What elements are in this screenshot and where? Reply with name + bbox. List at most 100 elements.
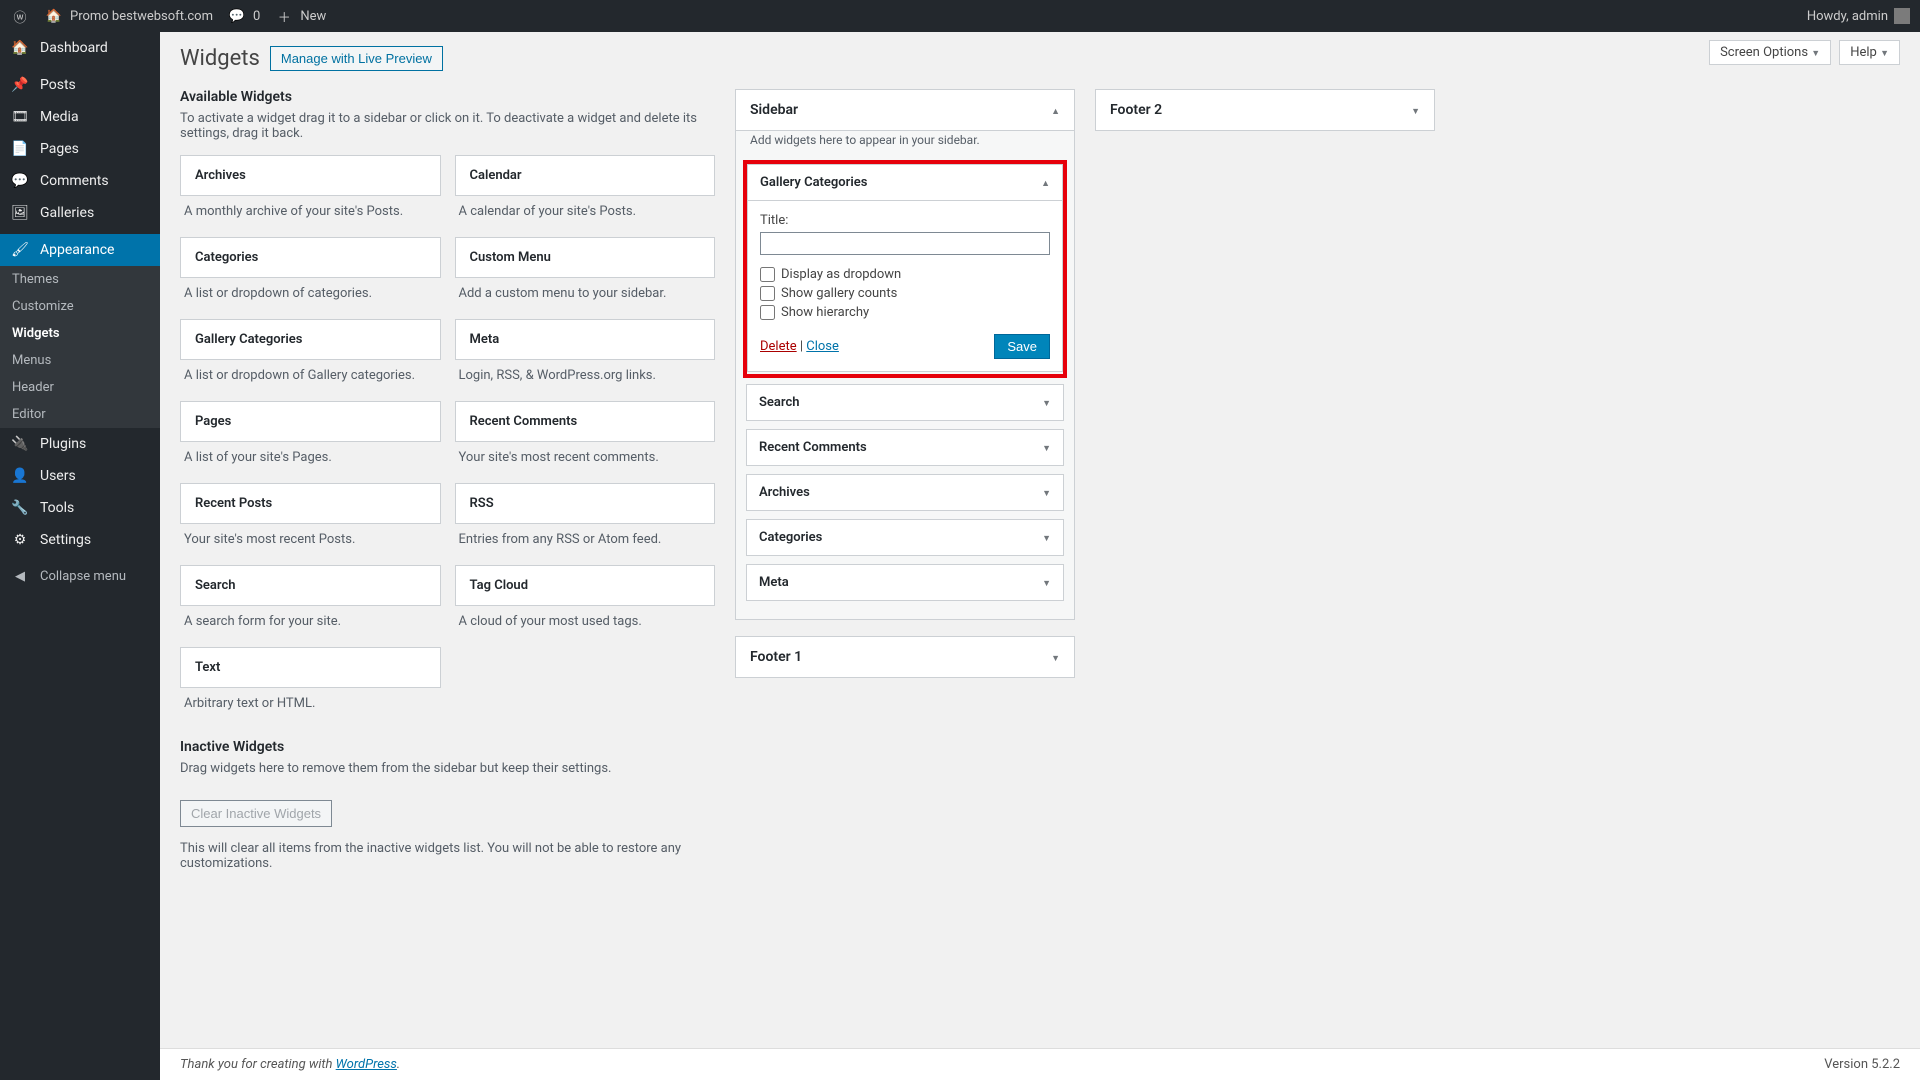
menu-pages[interactable]: 📄Pages [0,133,160,165]
chevron-down-icon [1411,102,1420,118]
inactive-widgets-desc: Drag widgets here to remove them from th… [180,761,715,776]
sub-themes[interactable]: Themes [0,266,160,293]
chevron-down-icon [1042,395,1051,410]
menu-users[interactable]: 👤Users [0,460,160,492]
gear-icon: ⚙ [10,532,30,548]
menu-tools[interactable]: 🔧Tools [0,492,160,524]
menu-posts[interactable]: 📌Posts [0,69,160,101]
sub-editor[interactable]: Editor [0,401,160,428]
chevron-down-icon [1042,530,1051,545]
widget-save-button[interactable]: Save [994,334,1050,359]
chevron-down-icon [1811,45,1820,60]
chevron-down-icon [1042,485,1051,500]
available-widget-desc: Arbitrary text or HTML. [180,688,441,729]
gallery-categories-widget-header[interactable]: Gallery Categories [748,165,1062,200]
available-widget-desc: Your site's most recent Posts. [180,524,441,565]
screen-options-tab[interactable]: Screen Options [1709,40,1831,65]
available-widget-desc: A list of your site's Pages. [180,442,441,483]
plugin-icon: 🔌 [10,436,30,452]
available-widget[interactable]: Recent Comments [455,401,716,442]
available-widget[interactable]: Pages [180,401,441,442]
available-widget[interactable]: Gallery Categories [180,319,441,360]
sub-header[interactable]: Header [0,374,160,401]
help-tab[interactable]: Help [1839,40,1900,65]
admin-bar: ⓦ 🏠Promo bestwebsoft.com 💬0 ＋New Howdy, … [0,0,1920,32]
menu-comments[interactable]: 💬Comments [0,165,160,197]
widget-close-link[interactable]: Close [806,339,839,354]
footer-bar: Thank you for creating with WordPress. V… [160,1048,1920,1080]
available-widget-desc: Login, RSS, & WordPress.org links. [455,360,716,401]
wordpress-link[interactable]: WordPress [336,1057,397,1072]
widget-title-input[interactable] [760,232,1050,255]
menu-dashboard[interactable]: 🏠Dashboard [0,32,160,64]
sidebar-widget-header[interactable]: Categories [747,520,1063,555]
sidebar-widget-header[interactable]: Recent Comments [747,430,1063,465]
admin-sidebar: 🏠Dashboard 📌Posts 🎞Media 📄Pages 💬Comment… [0,32,160,1080]
wp-logo[interactable]: ⓦ [10,7,30,26]
available-widget-desc: A list or dropdown of categories. [180,278,441,319]
collapse-menu[interactable]: ◀Collapse menu [0,561,160,592]
inactive-widgets-heading: Inactive Widgets [180,739,715,755]
pin-icon: 📌 [10,77,30,93]
new-link[interactable]: ＋New [274,7,326,26]
available-widget[interactable]: Text [180,647,441,688]
comments-link[interactable]: 💬0 [227,9,260,24]
chevron-down-icon [1042,440,1051,455]
appearance-submenu: Themes Customize Widgets Menus Header Ed… [0,266,160,428]
available-widget[interactable]: Meta [455,319,716,360]
page-icon: 📄 [10,141,30,157]
sidebar-widget-header[interactable]: Archives [747,475,1063,510]
display-dropdown-row[interactable]: Display as dropdown [760,265,1050,284]
widget-area-footer1: Footer 1 [735,636,1075,678]
sub-menus[interactable]: Menus [0,347,160,374]
available-widget[interactable]: Calendar [455,155,716,196]
available-widget[interactable]: Custom Menu [455,237,716,278]
user-icon: 👤 [10,468,30,484]
menu-media[interactable]: 🎞Media [0,101,160,133]
available-widget[interactable]: Categories [180,237,441,278]
footer1-area-header[interactable]: Footer 1 [736,637,1074,677]
howdy-link[interactable]: Howdy, admin [1807,8,1910,24]
available-widget[interactable]: Tag Cloud [455,565,716,606]
footer2-area-header[interactable]: Footer 2 [1096,90,1434,130]
available-widget[interactable]: Recent Posts [180,483,441,524]
sub-widgets[interactable]: Widgets [0,320,160,347]
sidebar-widget-header[interactable]: Search [747,385,1063,420]
gallery-icon: 🖼 [10,205,30,221]
available-widget[interactable]: RSS [455,483,716,524]
available-widget-desc: Add a custom menu to your sidebar. [455,278,716,319]
clear-inactive-button[interactable]: Clear Inactive Widgets [180,800,332,827]
menu-settings[interactable]: ⚙Settings [0,524,160,556]
highlighted-widget-box: Gallery Categories Title: Display as dro… [743,160,1067,378]
page-title: Widgets Manage with Live Preview [180,46,1900,71]
available-widget[interactable]: Search [180,565,441,606]
sub-customize[interactable]: Customize [0,293,160,320]
sidebar-widget-header[interactable]: Meta [747,565,1063,600]
available-widgets-desc: To activate a widget drag it to a sideba… [180,111,715,141]
sidebar-area-desc: Add widgets here to appear in your sideb… [736,131,1074,157]
media-icon: 🎞 [10,109,30,125]
available-widget-desc: Entries from any RSS or Atom feed. [455,524,716,565]
site-link[interactable]: 🏠Promo bestwebsoft.com [44,9,213,24]
sidebar-area-header[interactable]: Sidebar [736,90,1074,131]
menu-galleries[interactable]: 🖼Galleries [0,197,160,229]
available-widget-desc: A calendar of your site's Posts. [455,196,716,237]
available-widget[interactable]: Archives [180,155,441,196]
display-dropdown-checkbox[interactable] [760,267,775,282]
show-hierarchy-checkbox[interactable] [760,305,775,320]
wrench-icon: 🔧 [10,500,30,516]
chevron-down-icon [1042,575,1051,590]
show-counts-checkbox[interactable] [760,286,775,301]
chevron-down-icon [1051,649,1060,665]
show-hierarchy-row[interactable]: Show hierarchy [760,303,1050,322]
widget-title-label: Title: [760,213,1050,228]
widget-area-sidebar: Sidebar Add widgets here to appear in yo… [735,89,1075,620]
brush-icon: 🖌 [10,242,30,258]
available-widget-desc: A monthly archive of your site's Posts. [180,196,441,237]
available-widgets-heading: Available Widgets [180,89,715,105]
show-counts-row[interactable]: Show gallery counts [760,284,1050,303]
manage-live-preview-button[interactable]: Manage with Live Preview [270,46,443,71]
widget-delete-link[interactable]: Delete [760,339,797,354]
menu-plugins[interactable]: 🔌Plugins [0,428,160,460]
menu-appearance[interactable]: 🖌Appearance [0,234,160,266]
